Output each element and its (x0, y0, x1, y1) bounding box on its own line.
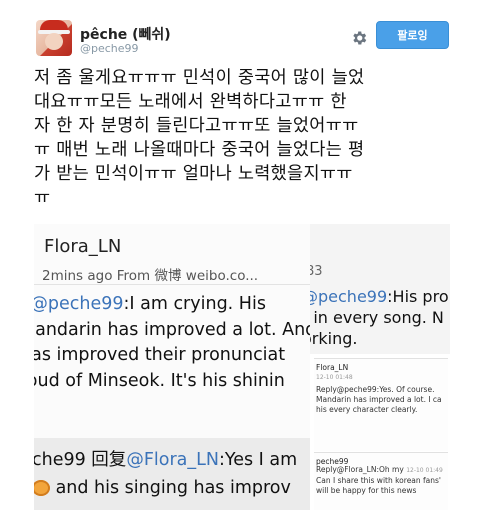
weibo-comment-panel: Flora_LN 2mins ago From 微博 weibo.co... y… (34, 224, 310, 510)
tweet-text: 저 좀 울게요ㅠㅠㅠ 민석이 중국어 많이 늘었 대요ㅠㅠ모든 노래에서 완벽하… (34, 66, 454, 210)
thread-line: orking. (310, 329, 358, 348)
reply-line: and his singing has improv (34, 474, 310, 502)
comment-body: y@peche99:I am crying. His Mandarin has … (34, 292, 310, 394)
thread-number: 83 (310, 264, 323, 279)
user-handle[interactable]: @peche99 (80, 42, 139, 55)
mention-link: @Flora_LN (126, 450, 219, 470)
reply-card-time: 12-10 01:49 (406, 467, 443, 474)
reply-line: che99 回复@Flora_LN:Yes I am (34, 446, 310, 474)
reply-card: Flora_LN 12-10 01:48 Reply@peche99:Yes. … (314, 358, 448, 451)
reply-body: che99 回复@Flora_LN:Yes I am and his singi… (34, 446, 310, 502)
tweet-header: pêche (뻬쉬) @peche99 팔로잉 (0, 0, 480, 62)
thread-top: 83 @peche99:His pro t in every song. N o… (310, 224, 450, 354)
reply-box: che99 回复@Flora_LN:Yes I am and his singi… (34, 438, 310, 510)
display-name[interactable]: pêche (뻬쉬) (80, 24, 171, 44)
reply-card-line: his every character clearly. (316, 405, 418, 414)
reply-card-line-text: Reply@Flora_LN:Oh my (316, 465, 404, 474)
reply-card-name: Flora_LN (316, 363, 349, 372)
reply-card-line: Reply@Flora_LN:Oh my 12-10 01:49 (316, 465, 448, 476)
reply-prefix: che99 回复 (34, 450, 127, 470)
tweet-text-line: 저 좀 울게요ㅠㅠㅠ 민석이 중국어 많이 늘었 (34, 68, 365, 88)
thread-text: :His pro (387, 287, 449, 306)
reply-card-line: will be happy for this news (316, 486, 417, 495)
divider (34, 284, 310, 285)
comment-meta: 2mins ago From 微博 weibo.co... (42, 268, 259, 284)
tweet-text-line: 대요ㅠㅠ모든 노래에서 완벽하다고ㅠㅠ 한 (34, 92, 347, 112)
tweet-text-line: ㅠ 매번 노래 나올때마다 중국어 늘었다는 평 (34, 140, 365, 160)
avatar[interactable] (36, 20, 72, 56)
comment-line: Mandarin has improved a lot. And a (34, 319, 310, 340)
embedded-screenshot[interactable]: Flora_LN 2mins ago From 微博 weibo.co... y… (34, 224, 450, 510)
gear-icon[interactable] (350, 29, 368, 47)
tweet-text-line: 가 받는 민석이ㅠㅠ 얼마나 노력했을지ㅠㅠ (34, 164, 353, 184)
commenter-name: Flora_LN (44, 236, 122, 257)
weibo-thread-panel: 83 @peche99:His pro t in every song. N o… (310, 224, 450, 510)
mention-link: @peche99 (34, 294, 124, 314)
reply-card: peche99 Reply@Flora_LN:Oh my 12-10 01:49… (314, 452, 448, 510)
reply-text: and his singing has improv (50, 478, 291, 498)
reply-card-line: Reply@peche99:Yes. Of course. (316, 385, 435, 394)
thread-body: @peche99:His pro t in every song. N orki… (310, 286, 450, 349)
reply-text: :Yes I am (218, 450, 298, 470)
reply-card-line: Mandarin has improved a lot. I ca (316, 395, 442, 404)
comment-text: :I am crying. His (123, 294, 266, 314)
reply-card-text: Reply@peche99:Yes. Of course. Mandarin h… (316, 385, 448, 415)
reply-card-line: Can I share this with korean fans' (316, 476, 441, 485)
comment-line: has improved their pronunciat (34, 345, 286, 365)
mention-link: @peche99 (310, 287, 388, 306)
emoji-icon (34, 480, 50, 496)
face-shape (45, 33, 63, 50)
thread-line: @peche99:His pro (310, 286, 450, 307)
thread-line: t in every song. N (310, 308, 444, 327)
tweet-text-line: ㅠ (34, 188, 51, 208)
reply-card-time: 12-10 01:48 (316, 374, 353, 381)
following-button[interactable]: 팔로잉 (376, 21, 449, 49)
comment-line: roud of Minseok. It's his shinin (34, 370, 285, 391)
tweet-text-line: 자 한 자 분명히 들린다고ㅠㅠ또 늘었어ㅠㅠ (34, 116, 359, 136)
reply-card-text: Reply@Flora_LN:Oh my 12-10 01:49 Can I s… (316, 465, 448, 496)
comment-line: y@peche99:I am crying. His (34, 292, 310, 318)
